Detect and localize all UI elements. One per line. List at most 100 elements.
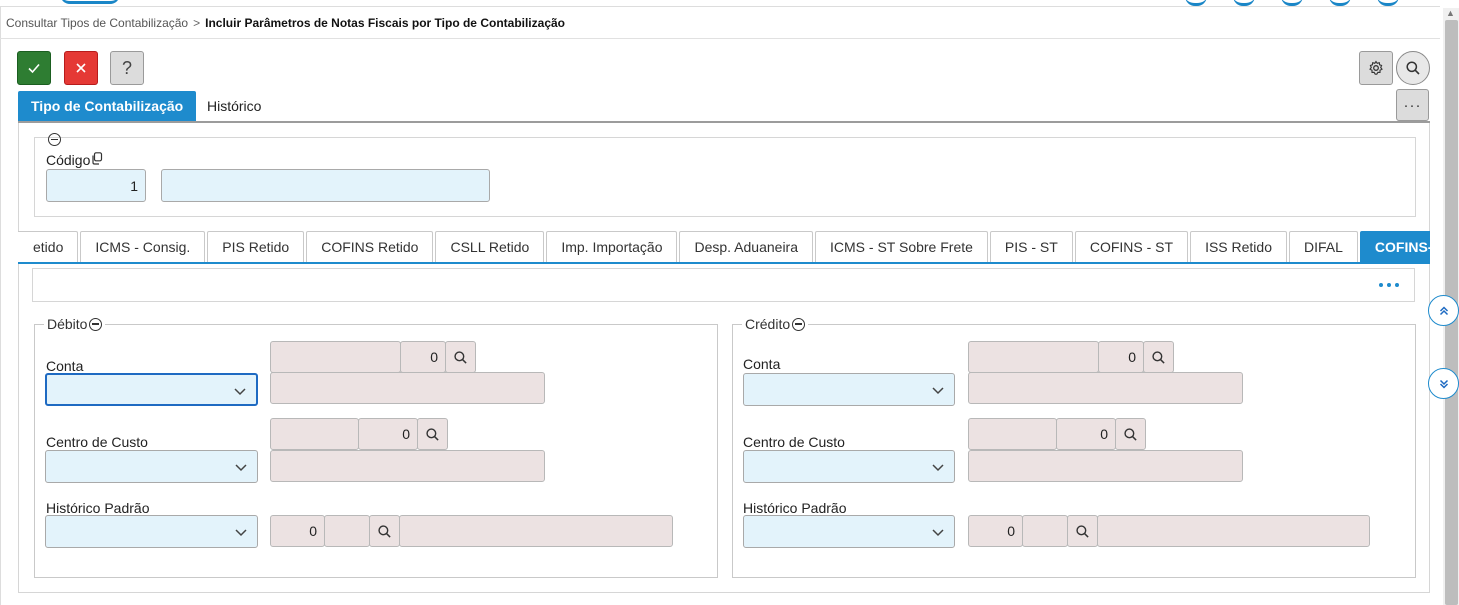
debito-centro-search-button[interactable] xyxy=(417,418,448,450)
help-icon: ? xyxy=(121,57,132,78)
debito-fieldset: Débito Conta 0 Centro de Custo 0 Históri… xyxy=(34,316,718,578)
search-icon xyxy=(426,427,439,441)
gear-icon xyxy=(1369,60,1383,75)
scroll-top-button[interactable] xyxy=(1428,295,1459,326)
credito-historico-number: 0 xyxy=(968,515,1023,547)
chevron-down-icon xyxy=(234,388,246,396)
chevron-down-icon xyxy=(932,529,944,537)
chevron-down-icon xyxy=(932,464,944,472)
divider xyxy=(0,38,1440,39)
debito-centro-label: Centro de Custo xyxy=(46,434,148,450)
subtab-strip: etido ICMS - Consig. PIS Retido COFINS R… xyxy=(18,231,1430,263)
credito-conta-select[interactable] xyxy=(743,373,955,406)
debito-centro-select[interactable] xyxy=(45,450,258,483)
breadcrumb-current: Incluir Parâmetros de Notas Fiscais por … xyxy=(205,16,565,30)
debito-legend: Débito xyxy=(44,316,106,332)
credito-conta-description xyxy=(968,372,1243,404)
search-icon xyxy=(454,350,467,364)
debito-conta-number: 0 xyxy=(400,341,446,373)
debito-centro-code xyxy=(270,418,359,450)
credito-legend: Crédito xyxy=(742,316,809,332)
debito-historico-code xyxy=(324,515,370,547)
subtab-desp-aduaneira[interactable]: Desp. Aduaneira xyxy=(679,231,814,262)
subtab-pis-st[interactable]: PIS - ST xyxy=(989,231,1073,262)
credito-historico-description xyxy=(1097,515,1370,547)
scroll-up-icon[interactable]: ▲ xyxy=(1446,8,1455,18)
debito-conta-code xyxy=(270,341,401,373)
settings-button[interactable] xyxy=(1359,51,1393,85)
breadcrumb-parent-link[interactable]: Consultar Tipos de Contabilização xyxy=(6,16,188,30)
credito-conta-search-button[interactable] xyxy=(1143,341,1174,373)
help-button[interactable]: ? xyxy=(110,51,144,85)
breadcrumb: Consultar Tipos de Contabilização > Inclui… xyxy=(6,16,565,30)
cancel-button[interactable] xyxy=(64,51,98,85)
debito-conta-select[interactable] xyxy=(45,373,258,406)
collapse-icon[interactable] xyxy=(89,317,103,331)
collapse-icon[interactable] xyxy=(792,317,806,331)
credito-centro-code xyxy=(968,418,1057,450)
subtab-difal[interactable]: DIFAL xyxy=(1289,231,1358,262)
debito-legend-label: Débito xyxy=(47,316,88,332)
debito-historico-description xyxy=(399,515,673,547)
credito-legend-label: Crédito xyxy=(745,316,791,332)
codigo-description-input[interactable] xyxy=(161,169,490,202)
codigo-input[interactable]: 1 xyxy=(46,169,146,202)
debito-conta-label: Conta xyxy=(46,358,84,374)
debito-historico-select[interactable] xyxy=(45,515,258,548)
credito-centro-select[interactable] xyxy=(743,450,955,483)
credito-historico-code xyxy=(1022,515,1068,547)
chevrons-down-icon xyxy=(1439,379,1448,389)
confirm-button[interactable] xyxy=(17,51,51,85)
search-icon xyxy=(378,524,391,538)
debito-conta-description xyxy=(270,372,545,404)
subtab-list: etido ICMS - Consig. PIS Retido COFINS R… xyxy=(18,231,1430,262)
debito-historico-search-button[interactable] xyxy=(369,515,400,547)
tab-tipo-contabilizacao[interactable]: Tipo de Contabilização xyxy=(18,91,197,121)
debito-centro-description xyxy=(270,450,545,482)
search-icon xyxy=(1152,350,1165,364)
credito-centro-search-button[interactable] xyxy=(1115,418,1146,450)
credito-historico-search-button[interactable] xyxy=(1067,515,1098,547)
credito-centro-label: Centro de Custo xyxy=(743,434,845,450)
chevron-down-icon xyxy=(932,387,944,395)
more-horizontal-icon[interactable] xyxy=(1379,283,1399,287)
subtab-underline xyxy=(18,262,1430,264)
subtab-action-bar xyxy=(32,268,1415,302)
check-icon xyxy=(28,63,40,74)
subtab-retido[interactable]: etido xyxy=(18,231,79,262)
more-icon: ··· xyxy=(1403,96,1422,114)
credito-conta-code xyxy=(968,341,1099,373)
header-arc xyxy=(60,0,120,4)
subtab-cofins-st[interactable]: COFINS - ST xyxy=(1074,231,1189,262)
breadcrumb-separator: > xyxy=(193,16,201,30)
credito-historico-label: Histórico Padrão xyxy=(743,500,847,516)
credito-centro-description xyxy=(968,450,1243,482)
subtab-icms-st-frete[interactable]: ICMS - ST Sobre Frete xyxy=(815,231,988,262)
subtab-imp-importacao[interactable]: Imp. Importação xyxy=(546,231,678,262)
credito-historico-select[interactable] xyxy=(743,515,955,548)
close-icon xyxy=(76,63,86,73)
codigo-label-wrap: Código xyxy=(46,152,103,168)
tab-historico[interactable]: Histórico xyxy=(194,91,274,121)
subtab-cofins-retido[interactable]: COFINS Retido xyxy=(306,231,434,262)
subtab-csll-retido[interactable]: CSLL Retido xyxy=(435,231,545,262)
debito-historico-label: Histórico Padrão xyxy=(46,500,150,516)
copy-icon[interactable] xyxy=(91,152,103,165)
search-icon xyxy=(1406,61,1420,75)
search-icon xyxy=(1076,524,1089,538)
credito-fieldset: Crédito Conta 0 Centro de Custo 0 Histór… xyxy=(732,316,1416,578)
subtab-icms-consig[interactable]: ICMS - Consig. xyxy=(80,231,206,262)
credito-centro-number: 0 xyxy=(1056,418,1116,450)
subtab-iss-retido[interactable]: ISS Retido xyxy=(1190,231,1287,262)
subtab-pis-retido[interactable]: PIS Retido xyxy=(207,231,305,262)
debito-conta-search-button[interactable] xyxy=(445,341,476,373)
search-button[interactable] xyxy=(1396,51,1430,85)
more-options-button[interactable]: ··· xyxy=(1396,89,1429,121)
scroll-bottom-button[interactable] xyxy=(1428,368,1459,399)
codigo-label: Código xyxy=(46,152,91,168)
collapse-icon[interactable] xyxy=(48,133,61,146)
chevron-down-icon xyxy=(235,464,247,472)
debito-centro-number: 0 xyxy=(358,418,418,450)
subtab-cofins-mp563[interactable]: COFINS-MP563 xyxy=(1359,231,1430,262)
credito-conta-number: 0 xyxy=(1098,341,1144,373)
